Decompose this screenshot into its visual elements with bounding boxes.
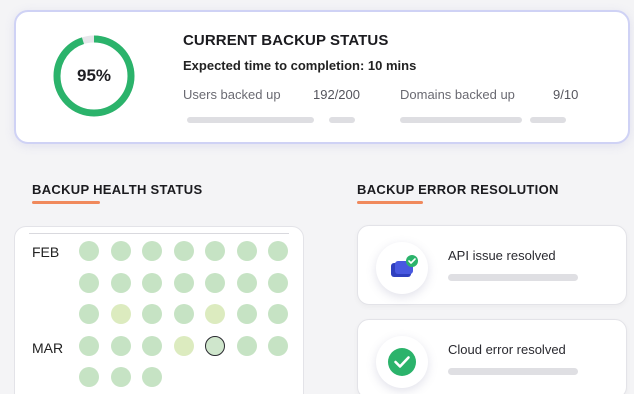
health-dot[interactable] [236, 304, 257, 324]
divider [29, 233, 289, 234]
health-dot[interactable] [142, 335, 162, 356]
resolution-card-cloud[interactable]: Cloud error resolved [357, 319, 627, 394]
health-dot[interactable] [110, 272, 131, 293]
health-dot[interactable] [79, 367, 99, 387]
progress-ring: 95% [52, 34, 136, 118]
health-dot[interactable] [110, 335, 131, 356]
health-dot[interactable] [268, 272, 288, 293]
progress-percent: 95% [76, 66, 112, 85]
health-dot[interactable] [142, 304, 162, 324]
expected-completion: Expected time to completion: 10 mins [183, 58, 417, 73]
users-backed-up-label: Users backed up [183, 87, 281, 102]
users-value-bar-placeholder [329, 117, 355, 123]
health-dot[interactable] [79, 335, 99, 356]
health-dot[interactable] [173, 304, 194, 324]
backup-status-card: 95% CURRENT BACKUP STATUS Expected time … [14, 10, 630, 144]
health-dot[interactable] [110, 367, 131, 387]
health-dot[interactable] [79, 304, 99, 324]
health-grid-card: FEB MAR [14, 226, 304, 394]
health-dot[interactable] [268, 304, 288, 324]
health-dot[interactable] [79, 272, 99, 293]
domains-backed-up-label: Domains backed up [400, 87, 515, 102]
health-dot[interactable] [173, 272, 194, 293]
resolution-section-title: BACKUP ERROR RESOLUTION [357, 182, 559, 197]
resolution-bar-api [448, 274, 578, 281]
health-dot[interactable] [205, 272, 225, 293]
health-section-underline [32, 201, 100, 204]
domains-backed-up-value: 9/10 [553, 87, 579, 102]
resolution-label-api: API issue resolved [448, 248, 556, 263]
health-dot[interactable] [268, 241, 288, 261]
health-dot[interactable] [236, 335, 257, 356]
resolution-card-api[interactable]: API issue resolved [357, 225, 627, 305]
health-dot[interactable] [173, 335, 194, 356]
month-label-feb: FEB [32, 244, 60, 260]
health-dot[interactable] [205, 241, 225, 261]
health-dot[interactable] [110, 241, 131, 261]
health-section-title: BACKUP HEALTH STATUS [32, 182, 203, 197]
health-dot[interactable] [236, 272, 257, 293]
health-dot[interactable] [173, 241, 194, 261]
health-dot[interactable] [268, 335, 288, 356]
health-dot[interactable] [110, 304, 131, 324]
resolution-bar-cloud [448, 368, 578, 375]
health-dot[interactable] [205, 335, 225, 356]
health-dot[interactable] [79, 241, 99, 261]
users-bar-placeholder [187, 117, 314, 123]
health-dot[interactable] [236, 241, 257, 261]
health-dot[interactable] [205, 304, 225, 324]
health-dot[interactable] [142, 241, 162, 261]
month-label-mar: MAR [32, 340, 64, 356]
domains-value-bar-placeholder [530, 117, 566, 123]
status-title: CURRENT BACKUP STATUS [183, 32, 389, 49]
users-backed-up-value: 192/200 [313, 87, 360, 102]
check-circle-icon [376, 336, 428, 388]
resolution-section-underline [357, 201, 423, 204]
health-dot[interactable] [142, 272, 162, 293]
domains-bar-placeholder [400, 117, 522, 123]
api-window-check-icon [376, 242, 428, 294]
resolution-label-cloud: Cloud error resolved [448, 342, 566, 357]
health-dot[interactable] [142, 367, 162, 387]
